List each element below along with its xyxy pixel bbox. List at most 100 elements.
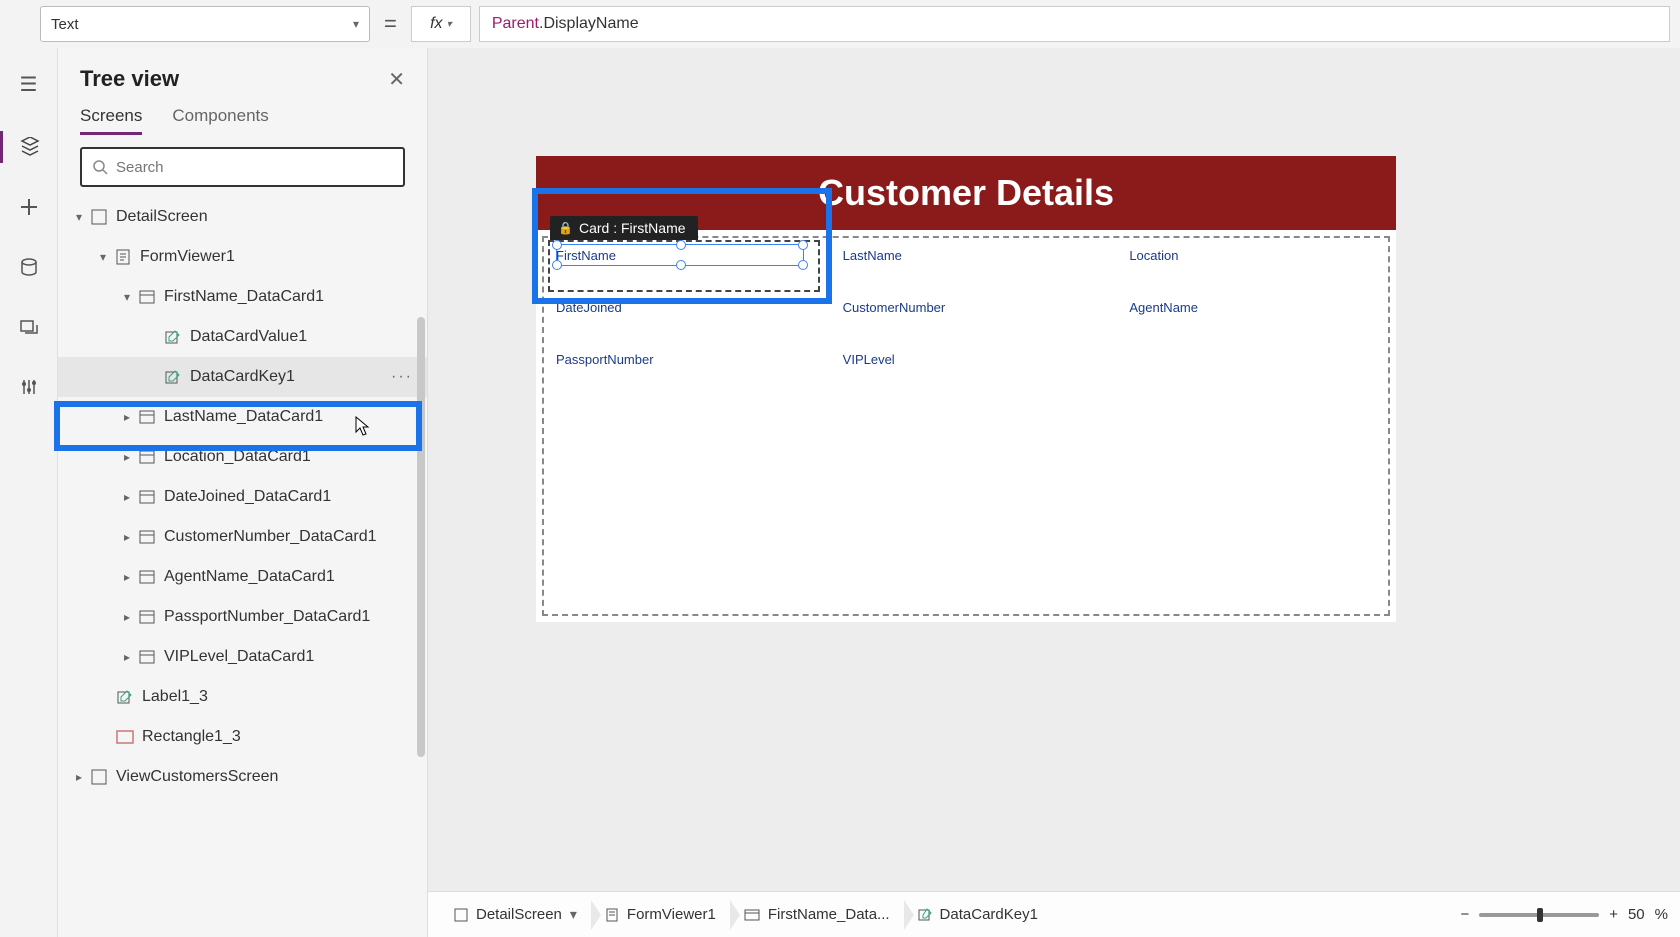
field-customernumber[interactable]: CustomerNumber (843, 294, 1090, 342)
tree-node-location-card[interactable]: ▸ Location_DataCard1 (58, 437, 427, 477)
breadcrumb-formviewer[interactable]: FormViewer1 (591, 892, 730, 937)
scrollbar-thumb[interactable] (417, 317, 425, 757)
datacard-icon (136, 450, 158, 464)
resize-handle[interactable] (798, 260, 808, 270)
canvas[interactable]: Customer Details FirstName LastName Loca… (428, 48, 1680, 937)
label-edit-icon (114, 689, 136, 705)
field-location[interactable]: Location (1129, 242, 1376, 290)
tab-components[interactable]: Components (172, 106, 268, 135)
chevron-down-icon: ▾ (570, 906, 577, 923)
advanced-tools-icon[interactable] (0, 371, 57, 403)
tree-node-label: VIPLevel_DataCard1 (164, 648, 314, 666)
datacard-icon (136, 490, 158, 504)
lock-icon: 🔒 (558, 221, 573, 235)
zoom-out-button[interactable]: − (1460, 906, 1469, 923)
tree-node-label1-3[interactable]: Label1_3 (58, 677, 427, 717)
zoom-slider[interactable] (1479, 913, 1599, 917)
close-icon[interactable]: ✕ (388, 67, 405, 92)
cursor-icon (352, 416, 370, 438)
tree-view-icon[interactable] (0, 131, 57, 163)
field-viplevel[interactable]: VIPLevel (843, 346, 1090, 394)
formula-input[interactable]: Parent.DisplayName (479, 6, 1670, 42)
tree-node-label: FirstName_DataCard1 (164, 288, 324, 306)
tree-node-agentname-card[interactable]: ▸ AgentName_DataCard1 (58, 557, 427, 597)
property-dropdown[interactable]: Text ▾ (40, 6, 370, 42)
search-input[interactable] (116, 159, 393, 176)
tree-node-formviewer[interactable]: ▾ FormViewer1 (58, 237, 427, 277)
breadcrumb-label: FormViewer1 (627, 906, 716, 923)
media-icon[interactable] (0, 311, 57, 343)
tree-panel: Tree view ✕ Screens Components ▾ DetailS… (58, 48, 428, 937)
property-dropdown-label: Text (51, 16, 79, 33)
resize-handle[interactable] (676, 260, 686, 270)
chevron-down-icon: ▾ (70, 210, 88, 224)
card-tag-label: Card : FirstName (579, 220, 686, 236)
tree-node-label: Label1_3 (142, 688, 208, 706)
tree-node-passport-card[interactable]: ▸ PassportNumber_DataCard1 (58, 597, 427, 637)
screen-icon (88, 209, 110, 225)
zoom-control: − + 50 % (1460, 906, 1668, 923)
field-agentname[interactable]: AgentName (1129, 294, 1376, 342)
form-viewer[interactable]: FirstName LastName Location DateJoined C… (542, 236, 1390, 616)
tab-screens[interactable]: Screens (80, 106, 142, 135)
tree-node-label: Location_DataCard1 (164, 448, 311, 466)
tree-node-detailscreen[interactable]: ▾ DetailScreen (58, 197, 427, 237)
datacard-icon (744, 909, 760, 921)
chevron-right-icon: ▸ (70, 770, 88, 784)
datacard-icon (136, 410, 158, 424)
datacard-icon (136, 650, 158, 664)
tree-node-label: CustomerNumber_DataCard1 (164, 528, 377, 546)
resize-handle[interactable] (798, 240, 808, 250)
breadcrumb-datacard[interactable]: FirstName_Data... (730, 892, 904, 937)
datacard-icon (136, 610, 158, 624)
breadcrumb-datacardkey[interactable]: DataCardKey1 (904, 892, 1052, 937)
chevron-right-icon: ▸ (118, 410, 136, 424)
selected-label-box[interactable] (556, 244, 804, 266)
card-tag: 🔒 Card : FirstName (550, 216, 698, 240)
tree-node-datacardkey[interactable]: DataCardKey1 ··· (58, 357, 427, 397)
tree-node-firstname-card[interactable]: ▾ FirstName_DataCard1 (58, 277, 427, 317)
zoom-thumb[interactable] (1537, 908, 1543, 922)
zoom-in-button[interactable]: + (1609, 906, 1618, 923)
formula-token-rest: .DisplayName (539, 15, 639, 33)
tree-tabs: Screens Components (58, 100, 427, 135)
hamburger-icon[interactable]: ☰ (0, 66, 57, 103)
tree-node-datejoined-card[interactable]: ▸ DateJoined_DataCard1 (58, 477, 427, 517)
tree-body: ▾ DetailScreen ▾ FormViewer1 ▾ FirstName… (58, 197, 427, 937)
field-datejoined[interactable]: DateJoined (556, 294, 803, 342)
left-rail: ☰ (0, 48, 58, 937)
resize-handle[interactable] (552, 260, 562, 270)
tree-node-datacardvalue[interactable]: DataCardValue1 (58, 317, 427, 357)
tree-node-viplevel-card[interactable]: ▸ VIPLevel_DataCard1 (58, 637, 427, 677)
datacard-icon (136, 570, 158, 584)
tree-node-label: LastName_DataCard1 (164, 408, 323, 426)
chevron-down-icon: ▾ (118, 290, 136, 304)
chevron-right-icon: ▸ (118, 610, 136, 624)
tree-node-viewcustomers[interactable]: ▸ ViewCustomersScreen (58, 757, 427, 797)
datacard-icon (136, 530, 158, 544)
tree-node-label: DetailScreen (116, 208, 208, 226)
breadcrumb-detailscreen[interactable]: DetailScreen ▾ (440, 892, 591, 937)
equals-sign: = (378, 11, 403, 37)
selected-card[interactable]: 🔒 Card : FirstName (548, 240, 820, 292)
tree-node-customernum-card[interactable]: ▸ CustomerNumber_DataCard1 (58, 517, 427, 557)
rectangle-icon (114, 730, 136, 744)
fx-button[interactable]: fx ▾ (411, 6, 471, 42)
resize-handle[interactable] (552, 240, 562, 250)
breadcrumb-bar: DetailScreen ▾ FormViewer1 FirstName_Dat… (428, 891, 1680, 937)
data-icon[interactable] (0, 251, 57, 283)
chevron-down-icon: ▾ (447, 19, 452, 30)
more-icon[interactable]: ··· (391, 368, 413, 386)
chevron-right-icon: ▸ (118, 450, 136, 464)
field-passportnumber[interactable]: PassportNumber (556, 346, 803, 394)
tree-node-rectangle1-3[interactable]: Rectangle1_3 (58, 717, 427, 757)
insert-icon[interactable] (0, 191, 57, 223)
search-box[interactable] (80, 147, 405, 187)
tree-node-label: FormViewer1 (140, 248, 235, 266)
field-lastname[interactable]: LastName (843, 242, 1090, 290)
resize-handle[interactable] (676, 240, 686, 250)
tree-node-label: ViewCustomersScreen (116, 768, 278, 786)
tree-node-label: AgentName_DataCard1 (164, 568, 335, 586)
tree-node-lastname-card[interactable]: ▸ LastName_DataCard1 (58, 397, 427, 437)
chevron-right-icon: ▸ (118, 570, 136, 584)
